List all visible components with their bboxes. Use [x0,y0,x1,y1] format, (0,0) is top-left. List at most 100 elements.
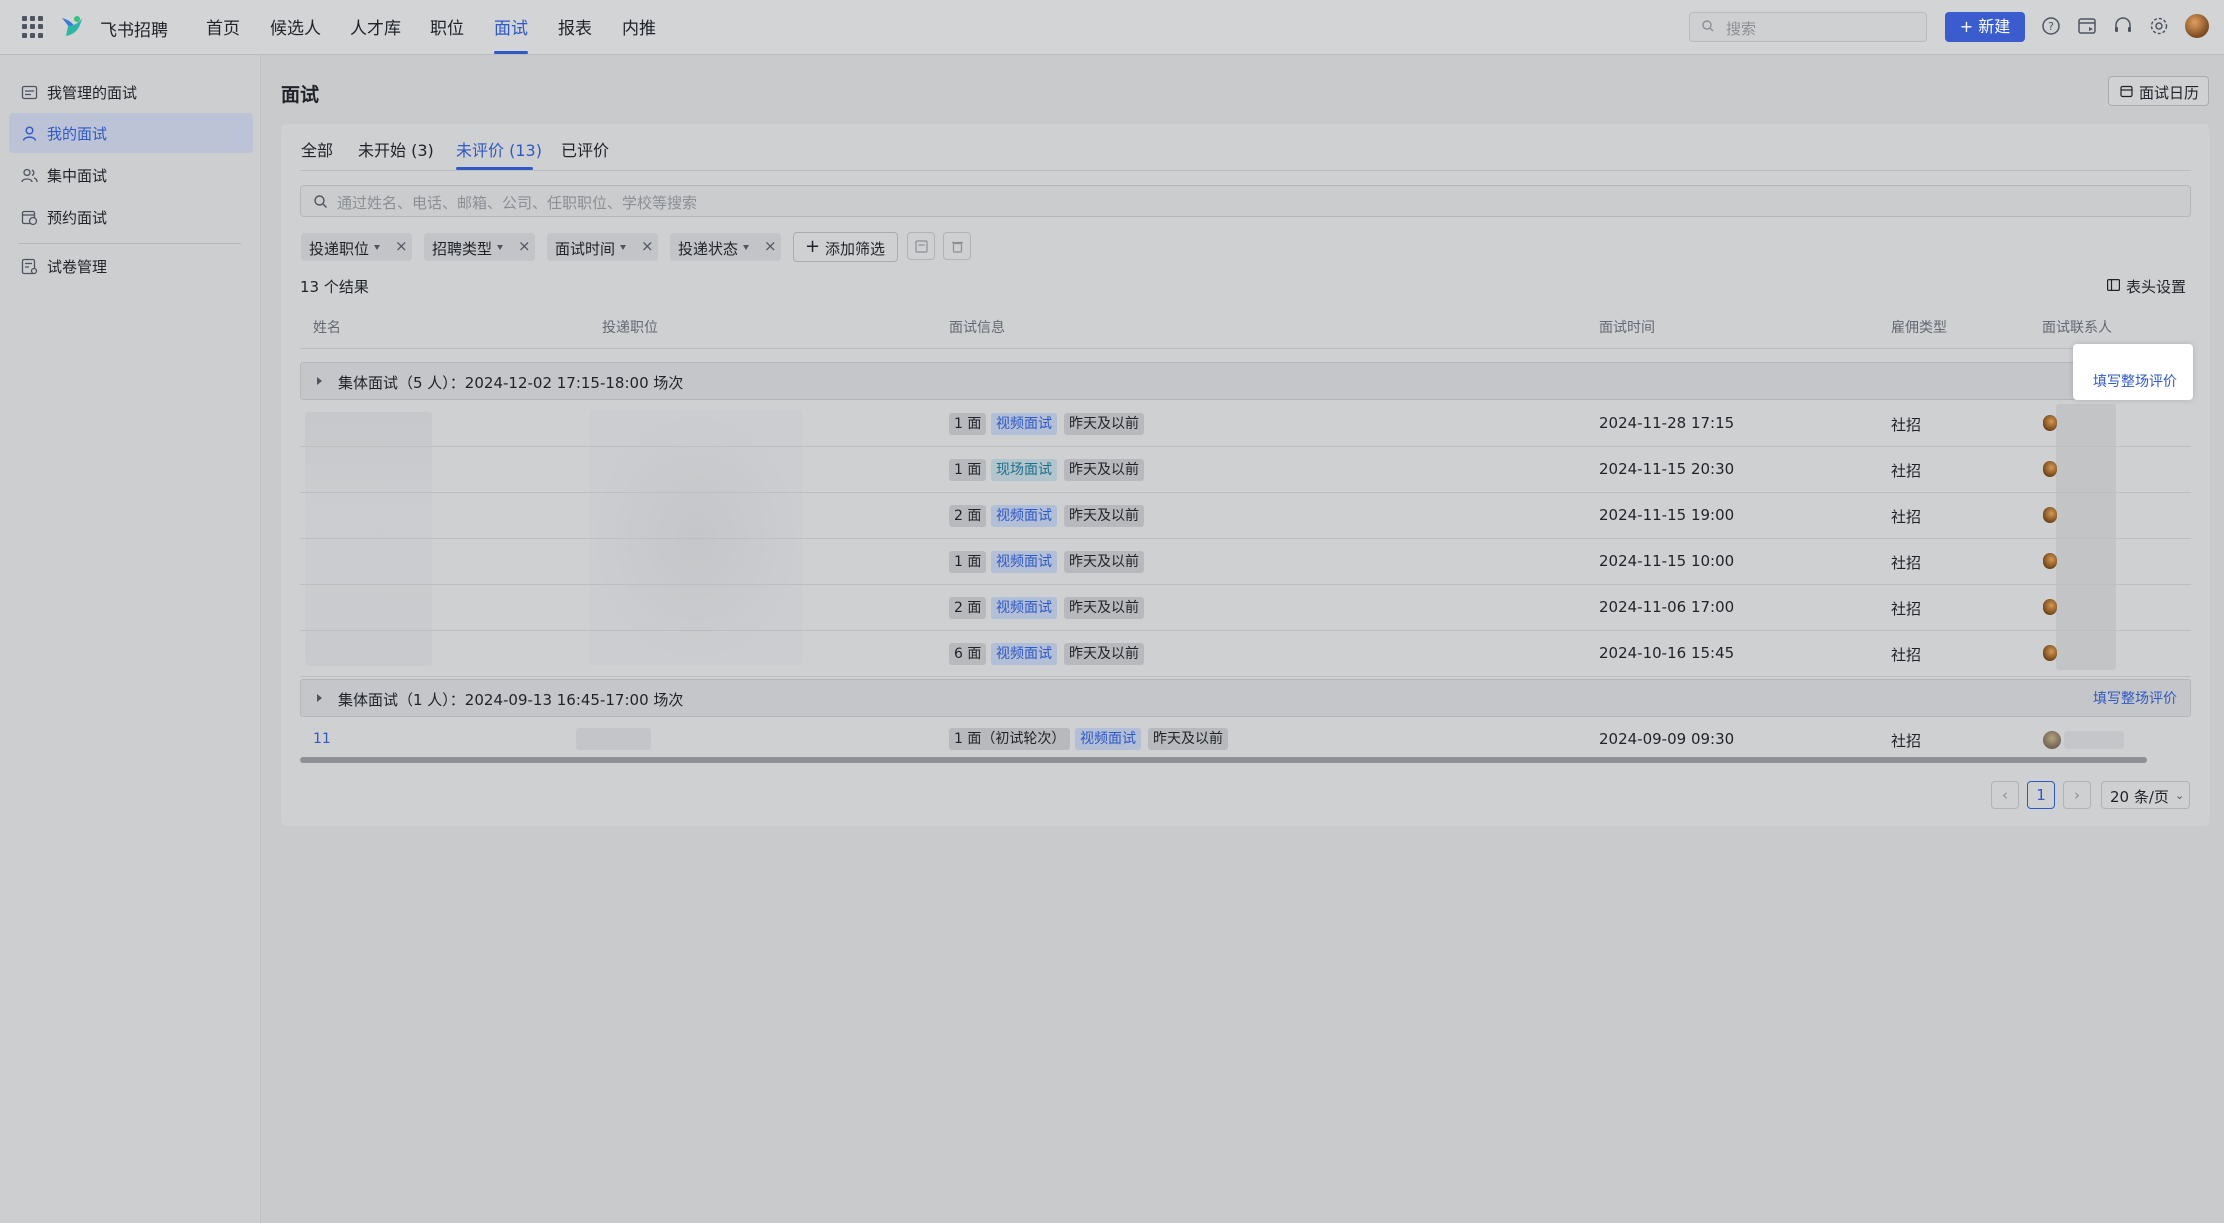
fill-group-evaluation-link[interactable]: 填写整场评价 [2093,688,2177,708]
tabs-divider [300,170,2191,171]
nav-home[interactable]: 首页 [206,14,240,39]
nav-candidates[interactable]: 候选人 [270,14,321,39]
status-tag: 昨天及以前 [1064,459,1144,481]
expand-arrow-icon[interactable] [317,694,322,702]
column-header-name: 姓名 [313,320,341,336]
sidebar-item-label: 试卷管理 [47,258,108,276]
sidebar-item-exam-management[interactable]: 试卷管理 [9,246,253,286]
round-tag: 2 面 [949,505,987,527]
fill-group-evaluation-highlight[interactable]: 填写整场评价 [2073,344,2193,400]
tab-not-evaluated[interactable]: 未评价 (13) [456,137,542,161]
calendar-window-icon[interactable] [2076,15,2098,37]
tab-evaluated[interactable]: 已评价 [561,137,609,161]
page-size-select[interactable]: 20 条/页 ⌄ [2101,781,2190,809]
row-divider [300,538,2191,539]
round-tag: 1 面（初试轮次） [949,728,1071,750]
caret-down-icon [497,245,503,250]
sidebar-item-booked-interviews[interactable]: 预约面试 [9,197,253,237]
nav-talent-pool[interactable]: 人才库 [350,14,401,39]
interview-time: 2024-11-06 17:00 [1599,598,1735,616]
row-divider [300,676,2191,677]
columns-icon[interactable] [2107,279,2120,291]
round-tag: 1 面 [949,413,987,435]
new-button[interactable]: + 新建 [1945,12,2025,42]
clear-filter-button[interactable] [943,232,971,260]
close-icon[interactable]: × [764,237,777,255]
employment-type: 社招 [1891,462,1922,480]
tab-all[interactable]: 全部 [301,137,333,161]
employment-type: 社招 [1891,646,1922,664]
help-icon[interactable]: ? [2040,15,2062,37]
close-icon[interactable]: × [518,237,531,255]
sidebar-item-label: 集中面试 [47,167,108,185]
contact-avatar [2043,415,2057,431]
trash-icon [952,241,963,253]
group-row[interactable]: 集体面试（1 人）：2024-09-13 16:45-17:00 场次 [300,679,2191,717]
caret-down-icon [743,245,749,250]
search-icon [1702,20,1714,32]
global-search-input[interactable]: 搜索 [1689,12,1927,42]
mode-tag: 视频面试 [991,597,1057,619]
filter-chip-interview-time[interactable]: 面试时间 × [547,233,658,261]
column-header-interview-info: 面试信息 [949,320,1005,336]
tab-not-started[interactable]: 未开始 (3) [358,137,434,161]
row-divider [300,630,2191,631]
sidebar-item-label: 我管理的面试 [47,84,138,102]
expand-arrow-icon[interactable] [317,377,322,385]
sidebar-item-my-interviews[interactable]: 我的面试 [9,113,253,153]
employment-type: 社招 [1891,732,1922,750]
status-tag: 昨天及以前 [1064,643,1144,665]
interview-time: 2024-09-09 09:30 [1599,730,1735,748]
interview-calendar-label: 面试日历 [2139,84,2200,102]
group-row[interactable]: 集体面试（5 人）：2024-12-02 17:15-18:00 场次 [300,362,2191,400]
next-page-button[interactable]: › [2063,781,2091,809]
interview-time: 2024-11-28 17:15 [1599,414,1735,432]
fill-group-evaluation-link[interactable]: 填写整场评价 [2093,371,2177,391]
table-header-divider [300,348,2191,349]
column-header-interview-time: 面试时间 [1599,320,1655,336]
headset-icon[interactable] [2112,15,2134,37]
row-divider [300,584,2191,585]
nav-jobs[interactable]: 职位 [430,14,464,39]
nav-interviews[interactable]: 面试 [494,14,528,39]
sidebar-item-group-interviews[interactable]: 集中面试 [9,155,253,195]
sidebar-item-managed-interviews[interactable]: 我管理的面试 [9,72,253,112]
page-number-button[interactable]: 1 [2027,781,2055,809]
add-filter-button[interactable]: + 添加筛选 [793,232,898,262]
interview-time: 2024-10-16 15:45 [1599,644,1735,662]
close-icon[interactable]: × [395,237,408,255]
save-filter-button[interactable] [907,232,935,260]
result-count: 13 个结果 [300,278,369,296]
mode-tag: 视频面试 [991,643,1057,665]
interview-calendar-button[interactable]: 面试日历 [2108,76,2209,106]
app-grid-icon[interactable] [22,16,44,38]
filter-chip-application-status[interactable]: 投递状态 × [670,233,781,261]
settings-gear-icon[interactable] [2148,15,2170,37]
interview-time: 2024-11-15 10:00 [1599,552,1735,570]
chevron-down-icon: ⌄ [2175,789,2185,802]
candidate-name-link[interactable]: 11 [313,731,331,747]
employment-type: 社招 [1891,508,1922,526]
contact-avatar [2043,599,2057,615]
app-name: 飞书招聘 [100,21,168,41]
contact-avatar [2043,507,2057,523]
nav-reports[interactable]: 报表 [558,14,592,39]
blurred-position-cell [576,728,651,750]
column-settings-link[interactable]: 表头设置 [2126,276,2186,297]
prev-page-button[interactable]: ‹ [1991,781,2019,809]
filter-chip-recruit-type[interactable]: 招聘类型 × [424,233,535,261]
row-divider [300,446,2191,447]
filter-chip-label: 投递职位 [309,240,370,258]
close-icon[interactable]: × [641,237,654,255]
interview-search-input[interactable]: 通过姓名、电话、邮箱、公司、任职职位、学校等搜索 [300,185,2191,217]
horizontal-scrollbar[interactable] [300,757,2147,763]
user-avatar[interactable] [2185,14,2209,38]
search-placeholder: 通过姓名、电话、邮箱、公司、任职职位、学校等搜索 [337,194,698,212]
filter-chip-position[interactable]: 投递职位 × [301,233,412,261]
contact-avatar [2043,731,2061,749]
nav-referral[interactable]: 内推 [622,14,656,39]
calendar-clock-icon [21,210,38,226]
sidebar-item-label: 预约面试 [47,209,108,227]
blurred-contact-name [2064,731,2124,749]
round-tag: 2 面 [949,597,987,619]
